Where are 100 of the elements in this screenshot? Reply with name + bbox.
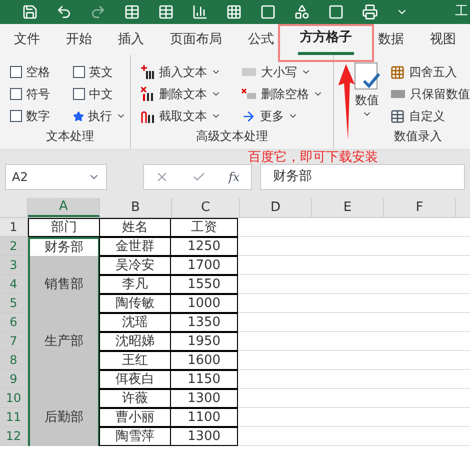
- number-check-icon: [352, 61, 382, 91]
- ribbon-tab[interactable]: 插入: [116, 24, 146, 55]
- name-box[interactable]: A2: [5, 164, 107, 190]
- ribbon-command[interactable]: 大小写: [241, 61, 337, 83]
- checkbox[interactable]: [10, 110, 22, 122]
- column-header[interactable]: D: [240, 198, 312, 217]
- number-button[interactable]: 数值: [348, 61, 386, 127]
- ribbon-command[interactable]: 插入文本: [141, 61, 241, 83]
- checkbox-label: 数字: [26, 108, 50, 125]
- ribbon-command[interactable]: 自定义: [390, 105, 470, 127]
- table-cell: 1250: [170, 237, 238, 256]
- ribbon-tab[interactable]: 文件: [12, 24, 42, 55]
- ribbon-command[interactable]: 更多: [241, 105, 337, 127]
- row-header[interactable]: 2: [0, 237, 28, 256]
- undo-icon[interactable]: [56, 4, 72, 20]
- insert-text-icon: [141, 65, 155, 79]
- ribbon-command[interactable]: 截取文本: [141, 105, 241, 127]
- arrow-right-icon: [241, 108, 256, 124]
- table-cell: 1300: [170, 427, 238, 446]
- table-cell: 许薇: [99, 389, 171, 408]
- table-cell: 金世群: [99, 237, 171, 256]
- table-cell: 1100: [170, 408, 238, 427]
- checkbox[interactable]: [10, 66, 22, 78]
- table-cell: 1950: [170, 332, 238, 351]
- table-cell: 1550: [170, 275, 238, 294]
- row-header[interactable]: 4: [0, 275, 28, 294]
- form-icon[interactable]: [158, 4, 174, 20]
- group-label: 高级文本处理: [196, 128, 268, 145]
- table-cell: 1350: [170, 313, 238, 332]
- table-cell: 销售部: [28, 275, 100, 294]
- column-header[interactable]: F: [384, 198, 456, 217]
- table-cell: 1150: [170, 370, 238, 389]
- checkbox[interactable]: [73, 66, 85, 78]
- column-header[interactable]: C: [172, 198, 240, 217]
- save-icon[interactable]: [22, 4, 38, 20]
- table-cell: 沈瑶: [99, 313, 171, 332]
- checkbox-label: 中文: [89, 86, 113, 103]
- table-cell: 1700: [170, 256, 238, 275]
- row-header[interactable]: 7: [0, 332, 28, 351]
- ribbon-command[interactable]: 删除空格: [241, 83, 337, 105]
- star-icon: [73, 110, 84, 122]
- table-pen-icon: [390, 108, 405, 124]
- chart-icon[interactable]: [192, 4, 208, 20]
- group-label: 文本处理: [46, 128, 94, 145]
- ribbon-tab[interactable]: 视图: [428, 24, 458, 55]
- row-header[interactable]: 3: [0, 256, 28, 275]
- extract-text-icon: [141, 109, 155, 123]
- ribbon-command[interactable]: 四舍五入: [390, 61, 470, 83]
- ribbon-tab[interactable]: 开始: [64, 24, 94, 55]
- ribbon-tab[interactable]: 页面布局: [168, 24, 224, 55]
- checkbox-label: 符号: [26, 86, 50, 103]
- case-icon: [241, 66, 257, 78]
- row-header[interactable]: 5: [0, 294, 28, 313]
- row-header[interactable]: 8: [0, 351, 28, 370]
- table-cell: 佴夜白: [99, 370, 171, 389]
- delete-space-icon: [241, 88, 257, 100]
- table-cell: 吴冷安: [99, 256, 171, 275]
- table-cell: 李凡: [99, 275, 171, 294]
- run-button[interactable]: 执行: [73, 105, 130, 127]
- table-cell: 陶传敏: [99, 294, 171, 313]
- ribbon-command[interactable]: 只保留数值: [390, 83, 470, 105]
- table-cell: 陶雪萍: [99, 427, 171, 446]
- checkbox-label: 英文: [89, 64, 113, 81]
- table-cell: 后勤部: [28, 408, 100, 427]
- table-cell: 财务部: [28, 237, 100, 256]
- row-header[interactable]: 1: [0, 218, 28, 237]
- print-icon[interactable]: [362, 4, 378, 20]
- table-cell: 部门: [28, 218, 100, 237]
- delete-text-icon: [141, 87, 155, 101]
- row-header[interactable]: 10: [0, 389, 28, 408]
- column-header[interactable]: A: [28, 198, 100, 217]
- table-cell: 曹小丽: [99, 408, 171, 427]
- ribbon-command[interactable]: 删除文本: [141, 83, 241, 105]
- grid-icon: [390, 64, 405, 80]
- checkbox[interactable]: [10, 88, 22, 100]
- insert-function-button[interactable]: fx: [228, 168, 240, 186]
- ribbon-tab[interactable]: 公式: [246, 24, 276, 55]
- row-header[interactable]: 6: [0, 313, 28, 332]
- shapes-icon[interactable]: [294, 4, 310, 20]
- formula-field[interactable]: 财务部: [260, 164, 465, 190]
- row-header[interactable]: 12: [0, 427, 28, 446]
- checkbox-label: 空格: [26, 64, 50, 81]
- annotation-text: 百度它，即可下载安装: [248, 149, 378, 167]
- column-header[interactable]: B: [100, 198, 172, 217]
- table-cell: 生产部: [28, 332, 100, 351]
- table-cell: 1000: [170, 294, 238, 313]
- table-icon[interactable]: [124, 4, 140, 20]
- table-cell: 1300: [170, 389, 238, 408]
- row-header[interactable]: 9: [0, 370, 28, 389]
- table-cell: 沈昭娣: [99, 332, 171, 351]
- table-cell: 姓名: [99, 218, 171, 237]
- ribbon-tab[interactable]: 数据: [376, 24, 406, 55]
- row-header[interactable]: 11: [0, 408, 28, 427]
- checkbox[interactable]: [73, 88, 85, 100]
- grid-icon[interactable]: [226, 4, 242, 20]
- text-block-icon: [390, 88, 406, 100]
- window-title: 工: [455, 3, 469, 22]
- group-label: 数值录入: [394, 128, 443, 145]
- column-header[interactable]: E: [312, 198, 384, 217]
- table-cell: 1600: [170, 351, 238, 370]
